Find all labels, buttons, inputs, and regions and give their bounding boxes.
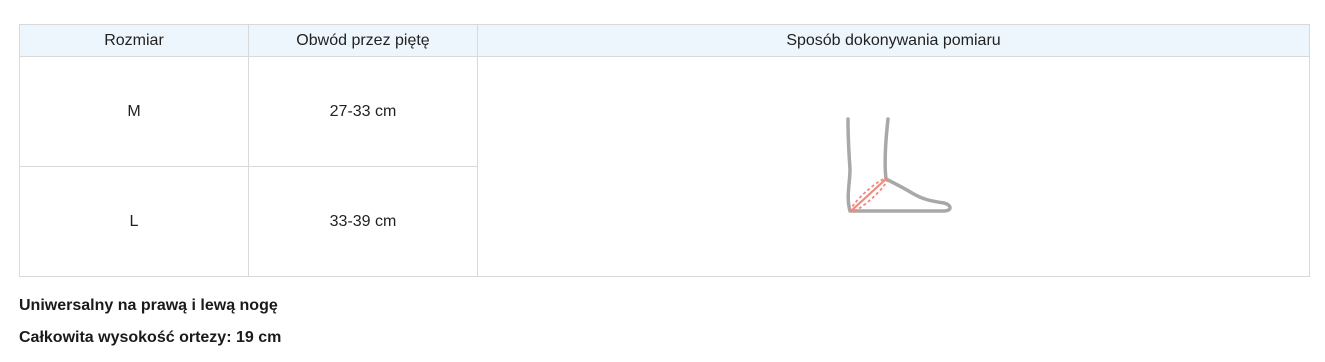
foot-heel-measurement-icon bbox=[845, 116, 952, 213]
size-cell: M bbox=[19, 56, 249, 167]
circumference-cell: 27-33 cm bbox=[248, 56, 478, 167]
table-row: M 27-33 cm bbox=[19, 56, 1310, 277]
orthosis-height-note: Całkowita wysokość ortezy: 19 cm bbox=[19, 329, 282, 346]
product-notes: Uniwersalny na prawą i lewą nogę Całkowi… bbox=[19, 296, 281, 348]
measurement-illustration-cell bbox=[477, 56, 1310, 277]
header-size: Rozmiar bbox=[19, 24, 249, 57]
foot-outline bbox=[845, 116, 952, 213]
table-header-row: Rozmiar Obwód przez piętę Sposób dokonyw… bbox=[19, 24, 1310, 57]
circumference-cell: 33-39 cm bbox=[248, 166, 478, 277]
size-cell: L bbox=[19, 166, 249, 277]
header-measurement-method: Sposób dokonywania pomiaru bbox=[477, 24, 1310, 57]
universal-fit-note: Uniwersalny na prawą i lewą nogę bbox=[19, 297, 278, 314]
header-circumference: Obwód przez piętę bbox=[248, 24, 478, 57]
size-table: Rozmiar Obwód przez piętę Sposób dokonyw… bbox=[19, 24, 1310, 277]
heel-measurement-front bbox=[849, 177, 887, 212]
